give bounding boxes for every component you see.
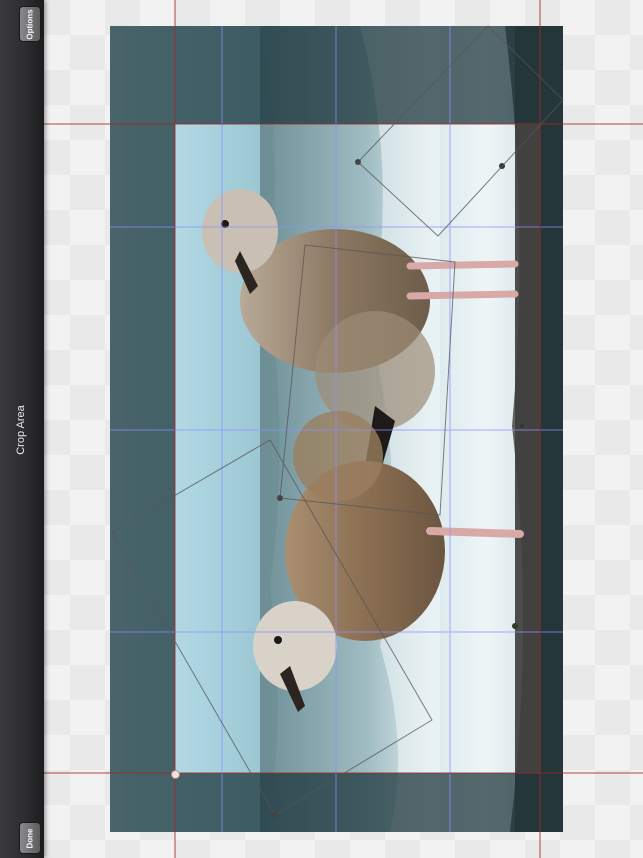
seagull-photo bbox=[110, 26, 563, 832]
photo-canvas[interactable] bbox=[110, 26, 563, 832]
crop-corner-handle-icon[interactable] bbox=[171, 770, 180, 779]
dim-right bbox=[540, 26, 563, 832]
dim-left bbox=[110, 26, 175, 832]
options-button[interactable]: Options bbox=[19, 6, 41, 42]
dim-bottom bbox=[175, 773, 540, 832]
left-toolbar: Options Crop Area Done bbox=[0, 0, 44, 858]
options-button-label: Options bbox=[25, 8, 35, 40]
done-button-label: Done bbox=[25, 828, 35, 848]
done-button[interactable]: Done bbox=[19, 822, 41, 854]
toolbar-title: Crop Area bbox=[9, 401, 33, 459]
dim-top bbox=[175, 26, 540, 124]
crop-area-title: Crop Area bbox=[15, 405, 27, 455]
